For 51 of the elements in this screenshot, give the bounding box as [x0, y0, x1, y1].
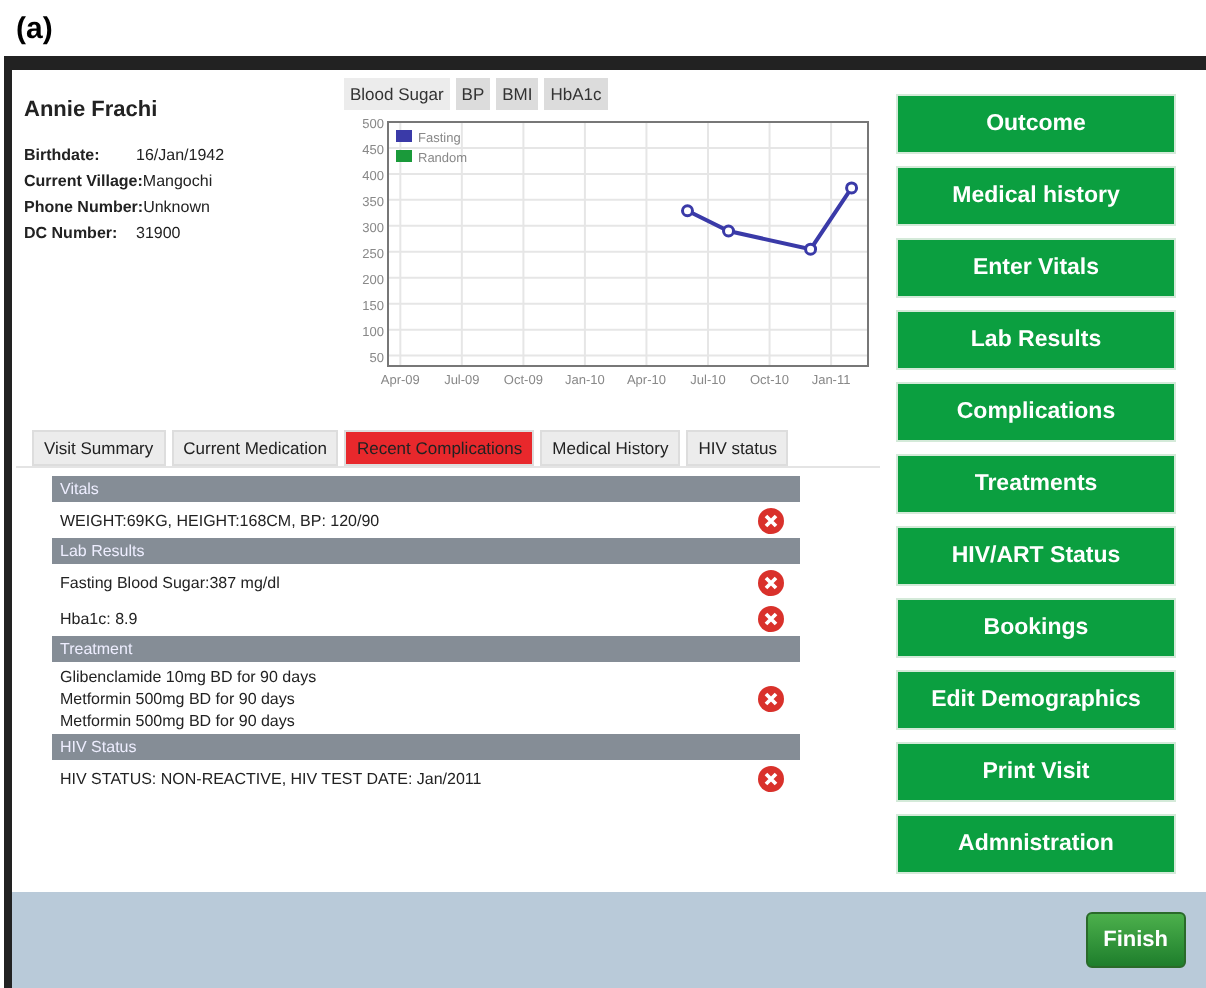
field-label: Birthdate: — [24, 146, 102, 164]
remove-icon[interactable] — [758, 606, 784, 632]
field-value: Unknown — [143, 198, 210, 216]
field-label: Phone Number: — [24, 198, 144, 216]
action-button[interactable]: Medical history — [896, 166, 1176, 226]
action-button[interactable]: Print Visit — [896, 742, 1176, 802]
action-button[interactable]: Bookings — [896, 598, 1176, 658]
action-button[interactable]: Edit Demographics — [896, 670, 1176, 730]
entry-text: Metformin 500mg BD for 90 days — [60, 690, 297, 708]
data-point — [722, 224, 735, 238]
remove-icon[interactable] — [758, 686, 784, 712]
data-point — [681, 204, 694, 218]
entry-text: Metformin 500mg BD for 90 days — [60, 712, 297, 730]
action-button[interactable]: HIV/ART Status — [896, 526, 1176, 586]
field-value: 16/Jan/1942 — [136, 146, 225, 164]
field-value: Mangochi — [142, 172, 213, 190]
remove-icon[interactable] — [758, 570, 784, 596]
entry-text: Fasting Blood Sugar:387 mg/dl — [60, 574, 282, 592]
tab[interactable]: Visit Summary — [32, 430, 166, 466]
action-button[interactable]: Complications — [896, 382, 1176, 442]
action-button[interactable]: Outcome — [896, 94, 1176, 154]
tab[interactable]: Medical History — [540, 430, 681, 466]
tab[interactable]: HIV status — [686, 430, 789, 466]
data-point — [804, 242, 818, 256]
section-header: Vitals — [52, 476, 800, 502]
remove-icon[interactable] — [758, 508, 784, 534]
tab[interactable]: Recent Complications — [344, 430, 535, 466]
entry-text: HIV STATUS: NON-REACTIVE, HIV TEST DATE: Jan/2011 — [60, 770, 484, 788]
figure-caption: (a) — [14, 10, 55, 50]
action-button[interactable]: Lab Results — [896, 310, 1176, 370]
chart-tab[interactable]: BP — [455, 78, 491, 110]
section-header: Lab Results — [52, 538, 800, 564]
remove-icon[interactable] — [758, 766, 784, 792]
chart-tab[interactable]: Blood Sugar — [344, 78, 450, 110]
entry-text: Glibenclamide 10mg BD for 90 days — [60, 668, 319, 686]
field-value: 31900 — [136, 224, 181, 242]
field-label: DC Number: — [24, 224, 120, 242]
field-label: Current Village: — [24, 172, 143, 190]
action-button[interactable]: Treatments — [896, 454, 1176, 514]
data-point — [845, 181, 859, 195]
action-button[interactable]: Admnistration — [896, 814, 1176, 874]
chart-tab[interactable]: BMI — [496, 78, 539, 110]
patient-name: Annie Frachi — [24, 98, 160, 122]
finish-button[interactable]: Finish — [1085, 912, 1186, 968]
section-header: HIV Status — [52, 734, 800, 760]
entry-text: Hba1c: 8.9 — [60, 610, 140, 628]
chart-tab[interactable]: HbA1c — [544, 78, 608, 110]
action-button[interactable]: Enter Vitals — [896, 238, 1176, 298]
section-header: Treatment — [52, 636, 800, 662]
tab[interactable]: Current Medication — [171, 430, 339, 466]
entry-text: WEIGHT:69KG, HEIGHT:168CM, BP: 120/90 — [60, 512, 382, 530]
